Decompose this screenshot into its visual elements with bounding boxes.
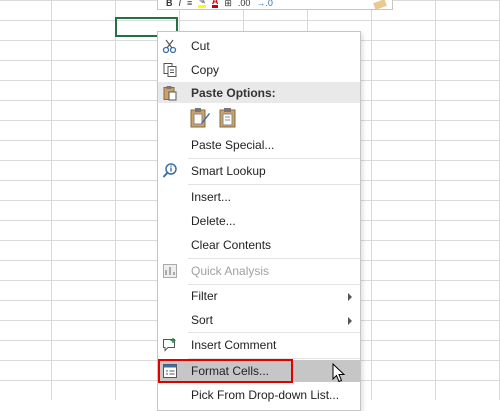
menu-item-label: Copy bbox=[191, 63, 220, 77]
eraser-icon[interactable] bbox=[373, 0, 387, 10]
decimal-increase-button[interactable]: .00 bbox=[238, 0, 251, 8]
menu-item-label: Sort bbox=[191, 313, 214, 327]
decimal-decrease-button[interactable]: →.0 bbox=[256, 0, 273, 8]
menu-item-label: Insert Comment bbox=[191, 338, 277, 352]
paste-icon[interactable] bbox=[217, 107, 239, 129]
menu-item-label: Cut bbox=[191, 39, 210, 53]
menu-item-pick-list[interactable]: Pick From Drop-down List... bbox=[158, 384, 360, 406]
menu-item-smart-lookup[interactable]: Smart Lookup bbox=[158, 160, 360, 182]
menu-item-cut[interactable]: Cut bbox=[158, 35, 360, 57]
menu-item-label: Clear Contents bbox=[191, 238, 272, 252]
comment-icon bbox=[163, 338, 176, 352]
menu-item-insert-comment[interactable]: Insert Comment bbox=[158, 334, 360, 356]
copy-icon bbox=[163, 63, 177, 77]
menu-separator bbox=[188, 258, 360, 259]
mouse-cursor-icon bbox=[332, 363, 346, 383]
menu-separator bbox=[188, 332, 360, 333]
menu-item-filter[interactable]: Filter bbox=[158, 285, 360, 307]
menu-item-label: Filter bbox=[191, 289, 218, 303]
menu-item-label: Insert... bbox=[191, 190, 232, 204]
menu-separator bbox=[188, 184, 360, 185]
menu-item-paste-special[interactable]: Paste Special... bbox=[158, 134, 360, 156]
font-color-icon[interactable]: A bbox=[211, 0, 219, 8]
scissors-icon bbox=[162, 39, 177, 54]
quick-analysis-icon bbox=[163, 264, 177, 278]
menu-item-clear-contents[interactable]: Clear Contents bbox=[158, 234, 360, 256]
align-center-icon[interactable]: ≡ bbox=[187, 0, 192, 8]
italic-button[interactable]: I bbox=[179, 0, 182, 8]
menu-item-copy[interactable]: Copy bbox=[158, 59, 360, 81]
borders-icon[interactable]: ⊞ bbox=[224, 0, 232, 8]
highlight-box bbox=[158, 359, 293, 383]
highlight-icon[interactable]: ✎ bbox=[198, 0, 206, 8]
context-menu: Cut Copy Paste Options: Paste Special... bbox=[157, 31, 361, 411]
menu-item-label: Smart Lookup bbox=[191, 164, 266, 178]
paste-options-header: Paste Options: bbox=[158, 82, 360, 103]
menu-item-label: Paste Special... bbox=[191, 138, 275, 152]
mini-toolbar: B I ≡ ✎ A ⊞ .00 →.0 bbox=[157, 0, 393, 10]
smart-lookup-icon bbox=[162, 163, 177, 178]
paste-options-label: Paste Options: bbox=[191, 86, 276, 100]
menu-item-label: Delete... bbox=[191, 214, 236, 228]
paste-formatting-icon[interactable] bbox=[189, 107, 211, 129]
submenu-arrow-icon bbox=[348, 293, 352, 301]
menu-item-sort[interactable]: Sort bbox=[158, 309, 360, 331]
clipboard-icon bbox=[163, 86, 177, 101]
menu-item-label: Quick Analysis bbox=[191, 264, 270, 278]
bold-button[interactable]: B bbox=[166, 0, 173, 8]
menu-item-quick-analysis: Quick Analysis bbox=[158, 260, 360, 282]
menu-item-insert[interactable]: Insert... bbox=[158, 186, 360, 208]
menu-item-delete[interactable]: Delete... bbox=[158, 210, 360, 232]
menu-separator bbox=[188, 158, 360, 159]
submenu-arrow-icon bbox=[348, 317, 352, 325]
